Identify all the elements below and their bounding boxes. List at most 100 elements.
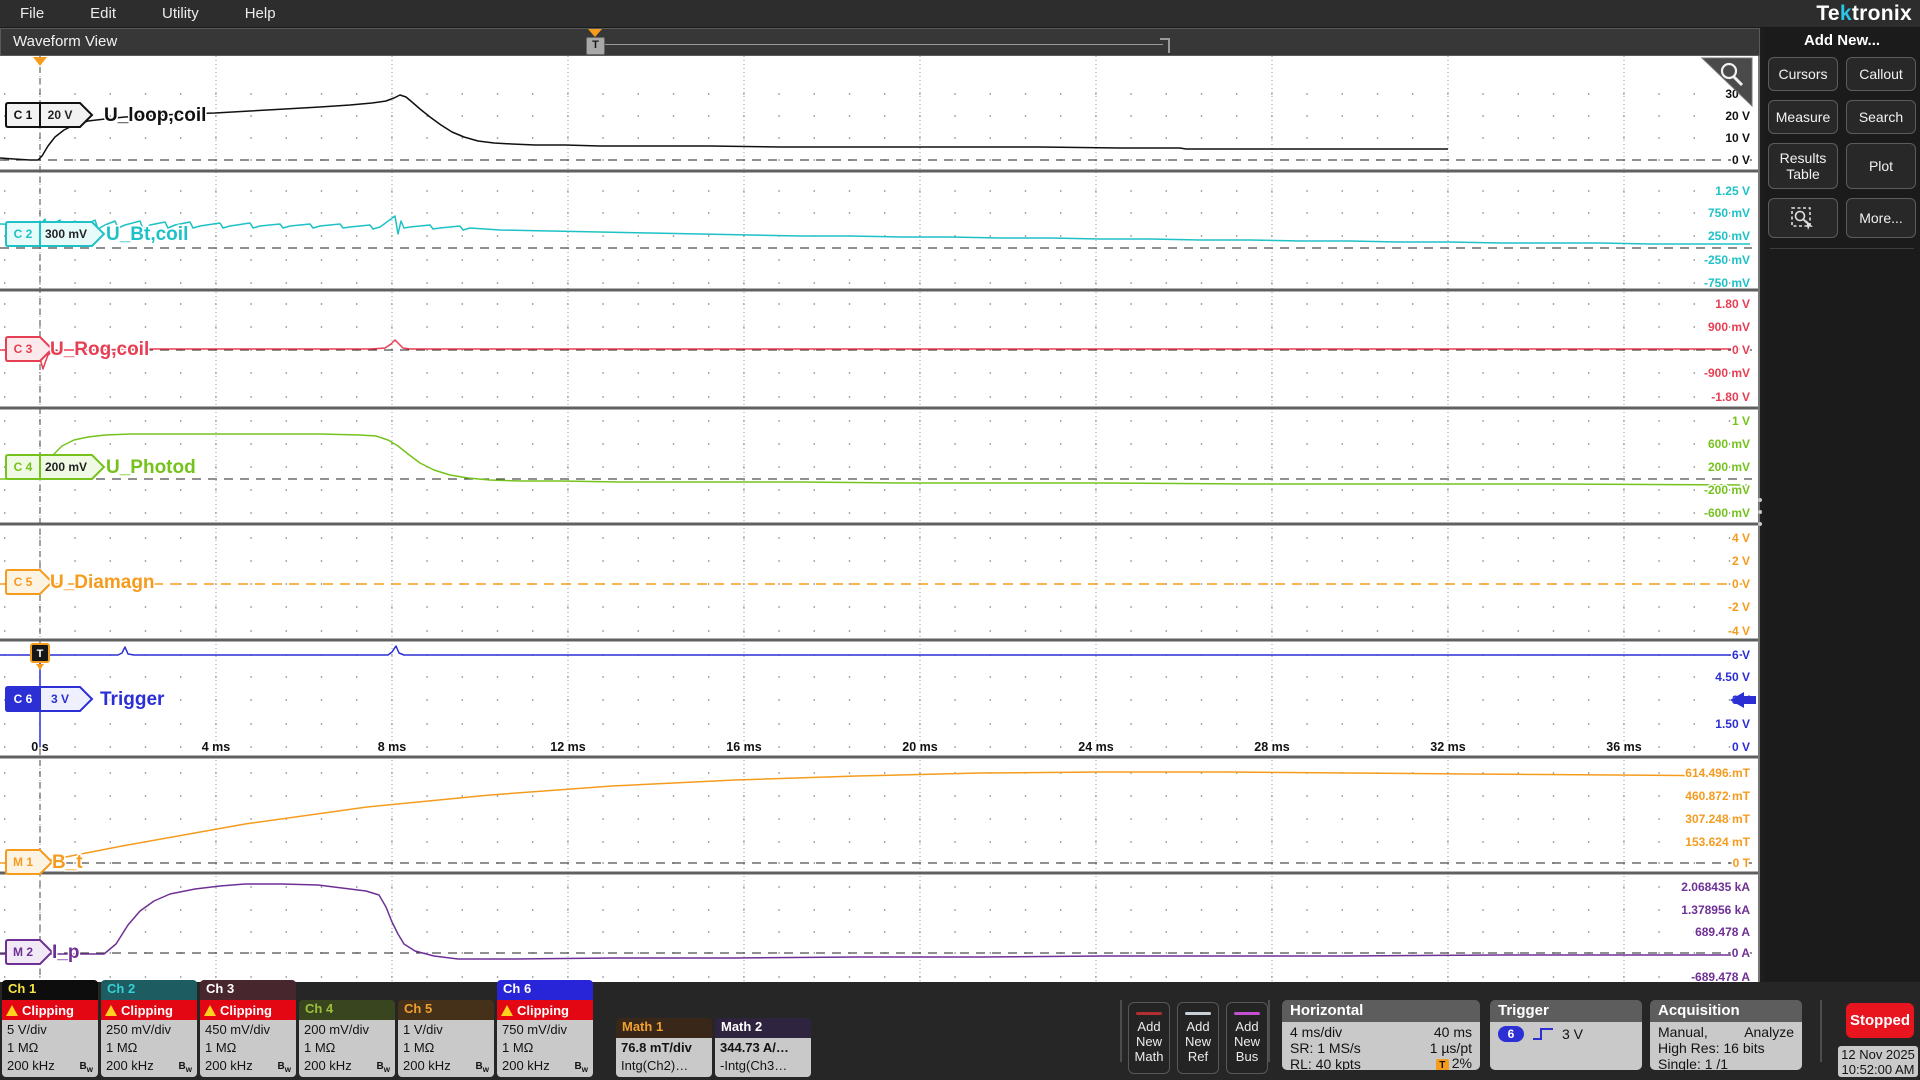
channel-badge-body: 76.8 mT/div Intg(Ch2)… <box>616 1038 712 1077</box>
channel-badge-c1[interactable]: C 1 20 V U_loop,coil <box>5 102 208 128</box>
channel-badge-ch5[interactable]: Ch 5 1 V/div 1 MΩ 200 kHz Bw <box>398 1000 494 1077</box>
channel-setting-row: 200 kHz Bw <box>106 1057 192 1075</box>
channel-setting-row: 750 mV/div <box>502 1022 568 1037</box>
scale-label: -900 mV <box>1704 366 1750 380</box>
trigger-position: T 2% <box>1435 1056 1472 1070</box>
sidebar-button-search[interactable]: Search <box>1846 100 1916 134</box>
channel-badge-c3[interactable]: C 3 U_Rog,coil <box>5 336 151 362</box>
waveform-canvas[interactable]: 30 V20 V10 V0 V1.25 V750 mV250 mV-250 mV… <box>0 56 1758 982</box>
channel-scale: 20 V <box>48 108 73 122</box>
channel-badge-body: 250 mV/div 1 MΩ 200 kHz Bw <box>101 1020 197 1077</box>
sample-rate: SR: 1 MS/s <box>1290 1039 1361 1056</box>
horizontal-panel-title: Horizontal <box>1282 1000 1480 1022</box>
splitter-grip-icon[interactable] <box>1758 498 1762 526</box>
channel-badge-math1[interactable]: Math 1 76.8 mT/div Intg(Ch2)… <box>616 1018 712 1077</box>
waveform-plot-area[interactable]: 30 V 20 V 10 V0 V 1.25 V 750 mV 250 mV -250 mV… <box>0 56 1760 982</box>
add-new-ref-button[interactable]: Add New Ref <box>1177 1002 1219 1074</box>
menu-item-edit[interactable]: Edit <box>90 5 116 22</box>
sidebar-divider <box>1770 248 1914 249</box>
svg-text:T: T <box>37 648 44 660</box>
channel-badge-title: Ch 1 <box>2 980 98 1000</box>
clipping-warning: Clipping <box>101 1000 197 1020</box>
accent-line <box>1234 1012 1260 1015</box>
channel-id: M 2 <box>13 945 33 959</box>
bandwidth-limit-icon: Bw <box>574 1061 588 1074</box>
channel-name-label: U_Bt,coil <box>106 224 188 245</box>
scale-label: 250 mV <box>1708 229 1750 243</box>
scale-label: 307.248 mT <box>1685 812 1750 826</box>
run-stop-status-button[interactable]: Stopped <box>1846 1003 1914 1038</box>
channel-badge-math2[interactable]: Math 2 344.73 A/… -Intg(Ch3… <box>715 1018 811 1077</box>
channel-name-label: U_Diamagn <box>50 572 155 593</box>
channel-badge-title: Ch 6 <box>497 980 593 1000</box>
channel-scale: 200 mV <box>45 460 87 474</box>
logo-text: Te <box>1816 2 1840 25</box>
scale-label: -689.478 A <box>1691 970 1750 982</box>
logo-text: tronix <box>1851 2 1912 25</box>
record-length: RL: 40 kpts <box>1290 1055 1361 1070</box>
sample-interval: 1 µs/pt <box>1429 1039 1472 1056</box>
oscilloscope-screen: File Edit Utility Help Te k tronix Waveform V… <box>0 0 1920 1080</box>
menu-item-utility[interactable]: Utility <box>162 5 199 22</box>
scale-label: -250 mV <box>1704 253 1750 267</box>
channel-setting-row: 1 MΩ <box>304 1040 336 1055</box>
menu-item-help[interactable]: Help <box>245 5 276 22</box>
channel-badge-title: Ch 3 <box>200 980 296 1000</box>
sidebar-buttons: Cursors Callout Measure Search Results Table… <box>1764 57 1920 189</box>
time-axis-label: 32 ms <box>1430 740 1465 754</box>
channel-badge-title: Math 2 <box>715 1018 811 1038</box>
scale-label: 900 mV <box>1708 320 1750 334</box>
sidebar-button-results-table[interactable]: Results Table <box>1768 143 1838 189</box>
channel-badge-m2[interactable]: M 2 I_p <box>5 939 81 965</box>
divider <box>1268 1000 1270 1062</box>
channel-name-label: U_Rog,coil <box>50 339 149 360</box>
record-trigger-flag-icon[interactable]: T <box>586 37 605 55</box>
time-axis-label: 8 ms <box>378 740 407 754</box>
horizontal-panel[interactable]: Horizontal 4 ms/div 40 ms SR: 1 MS/s 1 µs/… <box>1282 1000 1480 1070</box>
scale-label: -2 V <box>1728 600 1750 614</box>
channel-setting-row: 76.8 mT/div <box>621 1040 692 1055</box>
accent-line <box>1185 1012 1211 1015</box>
channel-id: C 3 <box>14 342 33 356</box>
channel-badge-ch1[interactable]: Ch 1 Clipping 5 V/div 1 MΩ 200 kHz Bw <box>2 980 98 1077</box>
horizontal-scale: 4 ms/div <box>1290 1023 1343 1040</box>
zoom-select-button[interactable] <box>1768 198 1838 238</box>
channel-badge-c5[interactable]: C 5 U_Diamagn <box>5 569 156 595</box>
trigger-panel[interactable]: Trigger 6 3 V <box>1490 1000 1642 1070</box>
record-position-arrow-icon[interactable] <box>588 29 602 37</box>
channel-badge-body: 200 mV/div 1 MΩ 200 kHz Bw <box>299 1020 395 1077</box>
scale-label: -200 mV <box>1704 483 1750 497</box>
channel-setting-row: 200 kHz Bw <box>205 1057 291 1075</box>
acquisition-analyze: Analyze <box>1744 1023 1794 1040</box>
channel-scale: 3 V <box>51 692 69 706</box>
sidebar-button-plot[interactable]: Plot <box>1846 143 1916 189</box>
scale-label: 0 A <box>1732 946 1751 960</box>
channel-badge-ch4[interactable]: Ch 4 200 mV/div 1 MΩ 200 kHz Bw <box>299 1000 395 1077</box>
channel-badge-ch2[interactable]: Ch 2 Clipping 250 mV/div 1 MΩ 200 kHz Bw <box>101 980 197 1077</box>
channel-setting-row: 200 kHz Bw <box>502 1057 588 1075</box>
scale-label: 4 V <box>1732 531 1750 545</box>
sidebar-button-measure[interactable]: Measure <box>1768 100 1838 134</box>
zoom-select-icon <box>1791 207 1813 230</box>
scale-label: 600 mV <box>1708 437 1750 451</box>
waveform-view-titlebar: Waveform View <box>0 28 1760 56</box>
add-new-heading: Add New... <box>1803 32 1881 49</box>
time-axis-label: 24 ms <box>1078 740 1113 754</box>
warning-triangle-icon <box>6 1004 18 1016</box>
acquisition-panel[interactable]: Acquisition Manual, Analyze High Res: 16 … <box>1650 1000 1802 1070</box>
more-button[interactable]: More... <box>1846 198 1916 238</box>
menu-bar: File Edit Utility Help <box>0 0 1920 28</box>
scale-label: 0 V <box>1732 153 1750 167</box>
add-new-math-button[interactable]: Add New Math <box>1128 1002 1170 1074</box>
scale-label: 0 V <box>1732 740 1750 754</box>
channel-badge-body: 5 V/div 1 MΩ 200 kHz Bw <box>2 1020 98 1077</box>
channel-badge-ch3[interactable]: Ch 3 Clipping 450 mV/div 1 MΩ 200 kHz Bw <box>200 980 296 1077</box>
channel-badge-ch6[interactable]: Ch 6 Clipping 750 mV/div 1 MΩ 200 kHz Bw <box>497 980 593 1077</box>
channel-setting-row: 200 kHz Bw <box>304 1057 390 1075</box>
menu-item-file[interactable]: File <box>20 5 44 22</box>
sidebar-button-callout[interactable]: Callout <box>1846 57 1916 91</box>
channel-badge-m1[interactable]: M 1 B_t <box>5 849 85 875</box>
channel-id: C 1 <box>14 108 33 122</box>
add-new-bus-button[interactable]: Add New Bus <box>1226 1002 1268 1074</box>
sidebar-button-cursors[interactable]: Cursors <box>1768 57 1838 91</box>
